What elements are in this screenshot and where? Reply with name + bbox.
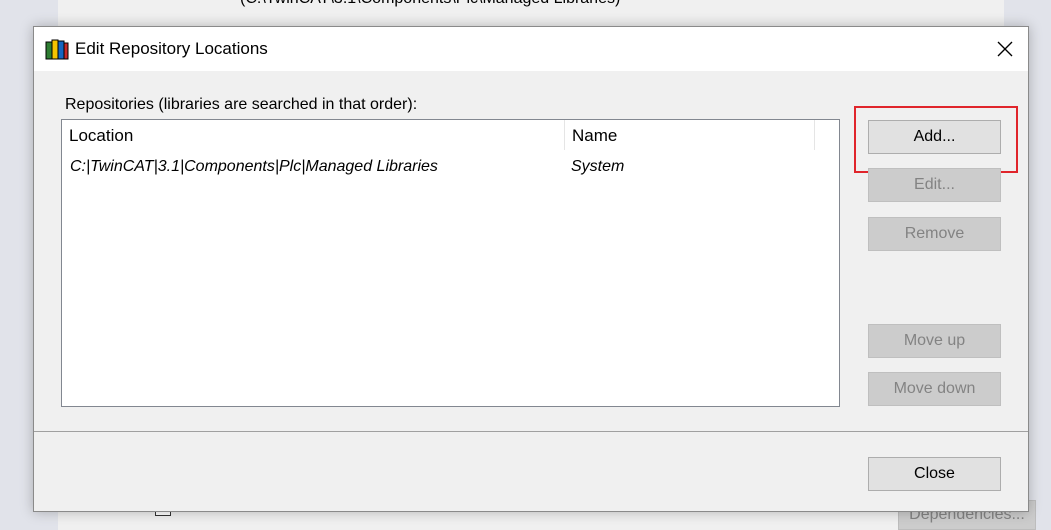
row-location: C:|TwinCAT|3.1|Components|Plc|Managed Li… <box>70 158 438 175</box>
remove-button[interactable]: Remove <box>868 217 1001 251</box>
highlight-box <box>854 106 1018 173</box>
row-name: System <box>571 158 625 175</box>
column-header-location[interactable]: Location <box>62 120 565 150</box>
close-window-button[interactable] <box>982 27 1028 71</box>
books-icon <box>45 39 69 60</box>
close-button[interactable]: Close <box>868 457 1001 491</box>
move-down-button[interactable]: Move down <box>868 372 1001 406</box>
dialog-title: Edit Repository Locations <box>75 39 268 58</box>
column-header-name[interactable]: Name <box>565 120 815 150</box>
close-icon <box>997 41 1013 57</box>
background-path-text: (C:\TwinCAT\3.1\Components\Plc\Managed L… <box>240 0 620 8</box>
repository-list[interactable]: Location Name C:|TwinCAT|3.1|Components|… <box>61 119 840 407</box>
repositories-label: Repositories (libraries are searched in … <box>65 96 418 113</box>
footer-separator <box>34 431 1028 432</box>
edit-repository-dialog: Edit Repository Locations Repositories (… <box>33 26 1029 512</box>
edit-button[interactable]: Edit... <box>868 168 1001 202</box>
table-row[interactable]: C:|TwinCAT|3.1|Components|Plc|Managed Li… <box>62 152 839 180</box>
dialog-titlebar: Edit Repository Locations <box>34 27 1028 71</box>
move-up-button[interactable]: Move up <box>868 324 1001 358</box>
